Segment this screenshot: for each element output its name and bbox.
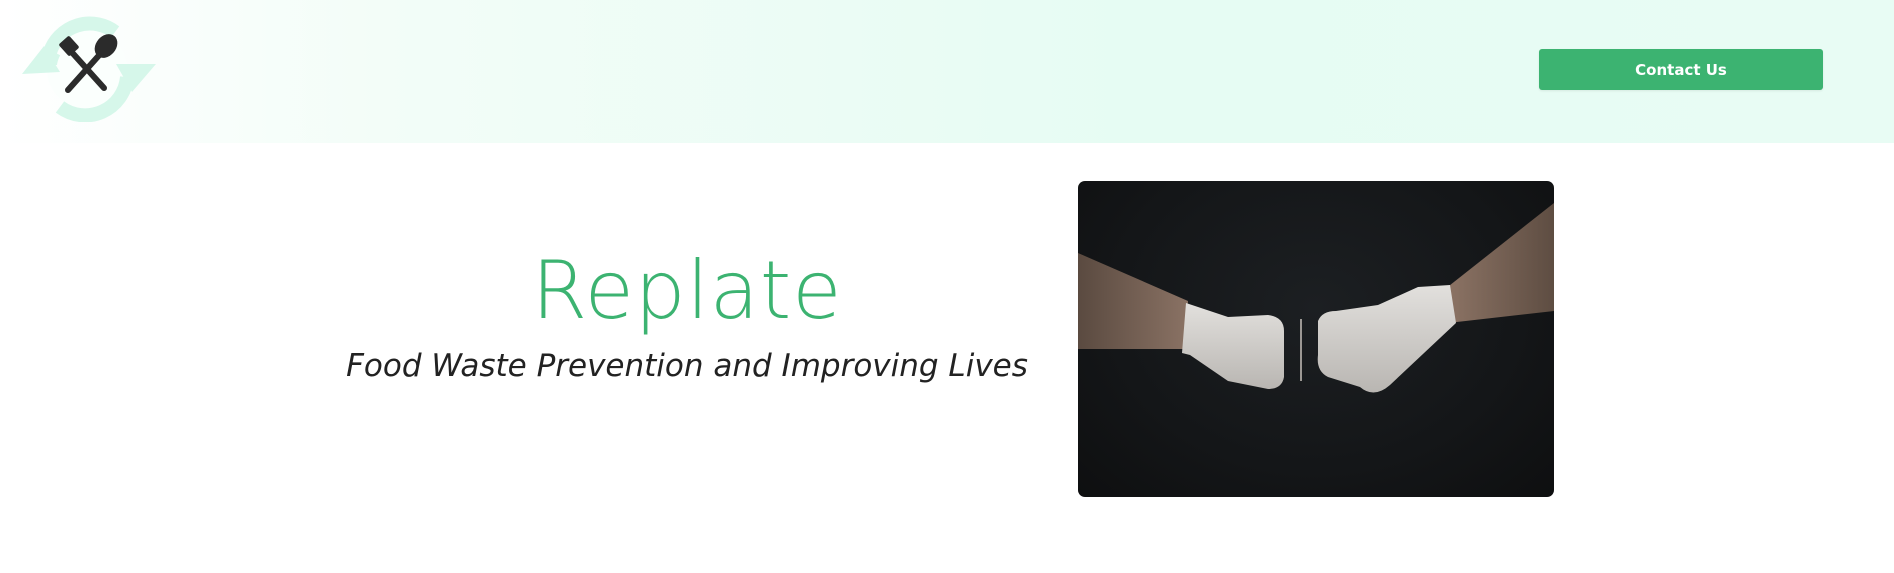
right-arm <box>1440 203 1554 323</box>
hero-photo-fist-bump <box>1078 181 1554 497</box>
site-header: Contact Us <box>0 0 1894 143</box>
right-glove <box>1317 285 1456 393</box>
hero-subtitle: Food Waste Prevention and Improving Live… <box>346 348 1028 384</box>
left-arm <box>1078 253 1188 349</box>
contact-us-button[interactable]: Contact Us <box>1539 49 1823 90</box>
left-glove <box>1182 303 1284 389</box>
hero-title: Replate <box>531 244 843 337</box>
replate-logo-icon[interactable] <box>20 12 160 123</box>
